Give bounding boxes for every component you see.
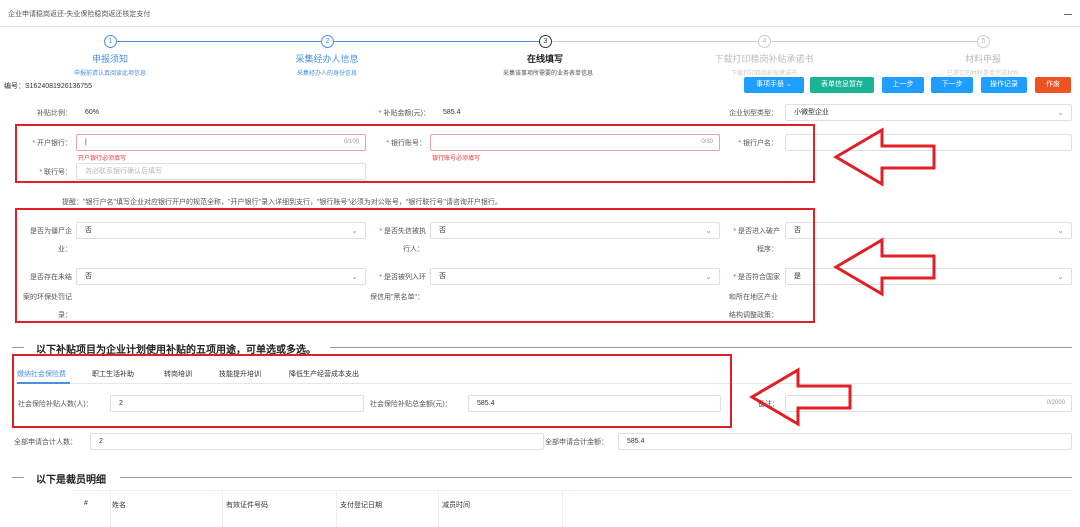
manual-label: 事项手册: [756, 81, 785, 88]
step-connector: [553, 41, 758, 42]
step-3-circle: 3: [539, 35, 552, 48]
arrow-icon: [749, 367, 852, 427]
prev-button[interactable]: 上一步: [882, 77, 924, 93]
step-4-desc: 下载打印稳岗补贴承诺书: [730, 71, 798, 77]
total-people-value: 2: [99, 438, 103, 445]
arrow-icon: [833, 127, 936, 187]
chevron-down-icon: ⌄: [1057, 272, 1064, 281]
total-amount-input: 585.4: [618, 433, 1072, 450]
enterprise-type-value: 小微型企业: [794, 109, 829, 116]
bank-tip: 提醒："银行户名"填写企业对应银行开户的规范全称，"开户银行"录入详细到支行，"…: [62, 199, 502, 206]
step-5-desc: 已提交的材料是否完成材料: [946, 71, 1020, 77]
step-2-title[interactable]: 采集经办人信息: [295, 52, 358, 65]
highlight-box-questions: [15, 208, 815, 323]
step-1-circle: 1: [104, 35, 117, 48]
table-col-divider: [438, 491, 439, 527]
table-col-divider: [336, 491, 337, 527]
step-3-desc: 采集该事项所需要的业务表单信息: [502, 71, 594, 77]
layoff-table: [72, 490, 1072, 527]
header-divider: [0, 26, 1080, 27]
step-connector: [772, 41, 977, 42]
table-header-index: #: [84, 500, 88, 507]
remark-counter: 0/2000: [1046, 400, 1065, 406]
total-amount-label: 全部申请合计金额：: [545, 439, 608, 446]
subsidy-amount-field: 585.4: [434, 104, 724, 121]
chevron-down-icon: ⌄: [786, 81, 792, 88]
subsidy-amount-label: * 补贴金额(元)：: [378, 110, 430, 117]
step-4-circle: 4: [758, 35, 771, 48]
total-people-label: 全部申请合计人数：: [14, 439, 77, 446]
total-people-input: 2: [90, 433, 544, 450]
section-rule-left: [12, 477, 24, 478]
step-1-title[interactable]: 申报须知: [92, 52, 128, 65]
table-header-reduce-time: 减员时间: [442, 502, 470, 509]
app-title: 企业申请稳岗返还-失业保险稳岗返还核定支付: [8, 11, 151, 18]
highlight-box-bank: [15, 124, 815, 183]
void-button[interactable]: 作废: [1035, 77, 1071, 93]
step-3-title: 在线填写: [526, 54, 564, 64]
section-rule-right: [330, 347, 1072, 348]
step-4-title: 下载打印稳岗补贴承诺书: [714, 54, 814, 64]
table-header-pay-date: 支付登记日期: [340, 502, 382, 509]
step-2-circle: 2: [321, 35, 334, 48]
total-amount-value: 585.4: [627, 438, 645, 445]
step-1-desc: 申报前请认真阅读此项信息: [73, 71, 147, 77]
enterprise-type-label: 企业划型类型：: [729, 110, 778, 117]
chevron-down-icon: ⌄: [1057, 226, 1064, 235]
collapse-icon[interactable]: [1064, 14, 1072, 15]
highlight-box-tabs: [12, 354, 732, 428]
next-button[interactable]: 下一步: [931, 77, 973, 93]
subsidy-ratio-label: 补贴比例：: [37, 110, 72, 117]
subsidy-ratio-field: 60%: [76, 104, 366, 121]
enterprise-type-select[interactable]: 小微型企业 ⌄: [785, 104, 1072, 121]
step-2-desc: 采集经办人的身份信息: [296, 71, 358, 77]
step-connector: [334, 41, 539, 42]
chevron-down-icon: ⌄: [1057, 108, 1064, 117]
subsidy-ratio-value: 60%: [85, 109, 100, 116]
subsidy-amount-value: 585.4: [443, 109, 461, 116]
table-header-id: 有效证件号码: [226, 502, 268, 509]
application-code: 编号：S1624081926136755: [4, 83, 92, 90]
table-col-divider: [562, 491, 563, 527]
section-rule-left: [12, 347, 24, 348]
table-col-divider: [110, 491, 111, 527]
step-5-circle: 5: [977, 35, 990, 48]
table-header-name: 姓名: [112, 502, 126, 509]
manual-button[interactable]: 事项手册 ⌄: [744, 77, 804, 93]
step-5-title: 材料申报: [964, 54, 1002, 64]
step-connector: [117, 41, 327, 42]
section-title-layoffs: 以下是裁员明细: [36, 475, 106, 486]
arrow-icon: [833, 237, 936, 297]
section-rule-right: [120, 477, 1072, 478]
operation-log-button[interactable]: 操作记录: [981, 77, 1027, 93]
subsidy-amount-label-text: 补贴金额(元)：: [383, 110, 430, 117]
table-col-divider: [222, 491, 223, 527]
save-form-button[interactable]: 表单信息暂存: [810, 77, 874, 93]
